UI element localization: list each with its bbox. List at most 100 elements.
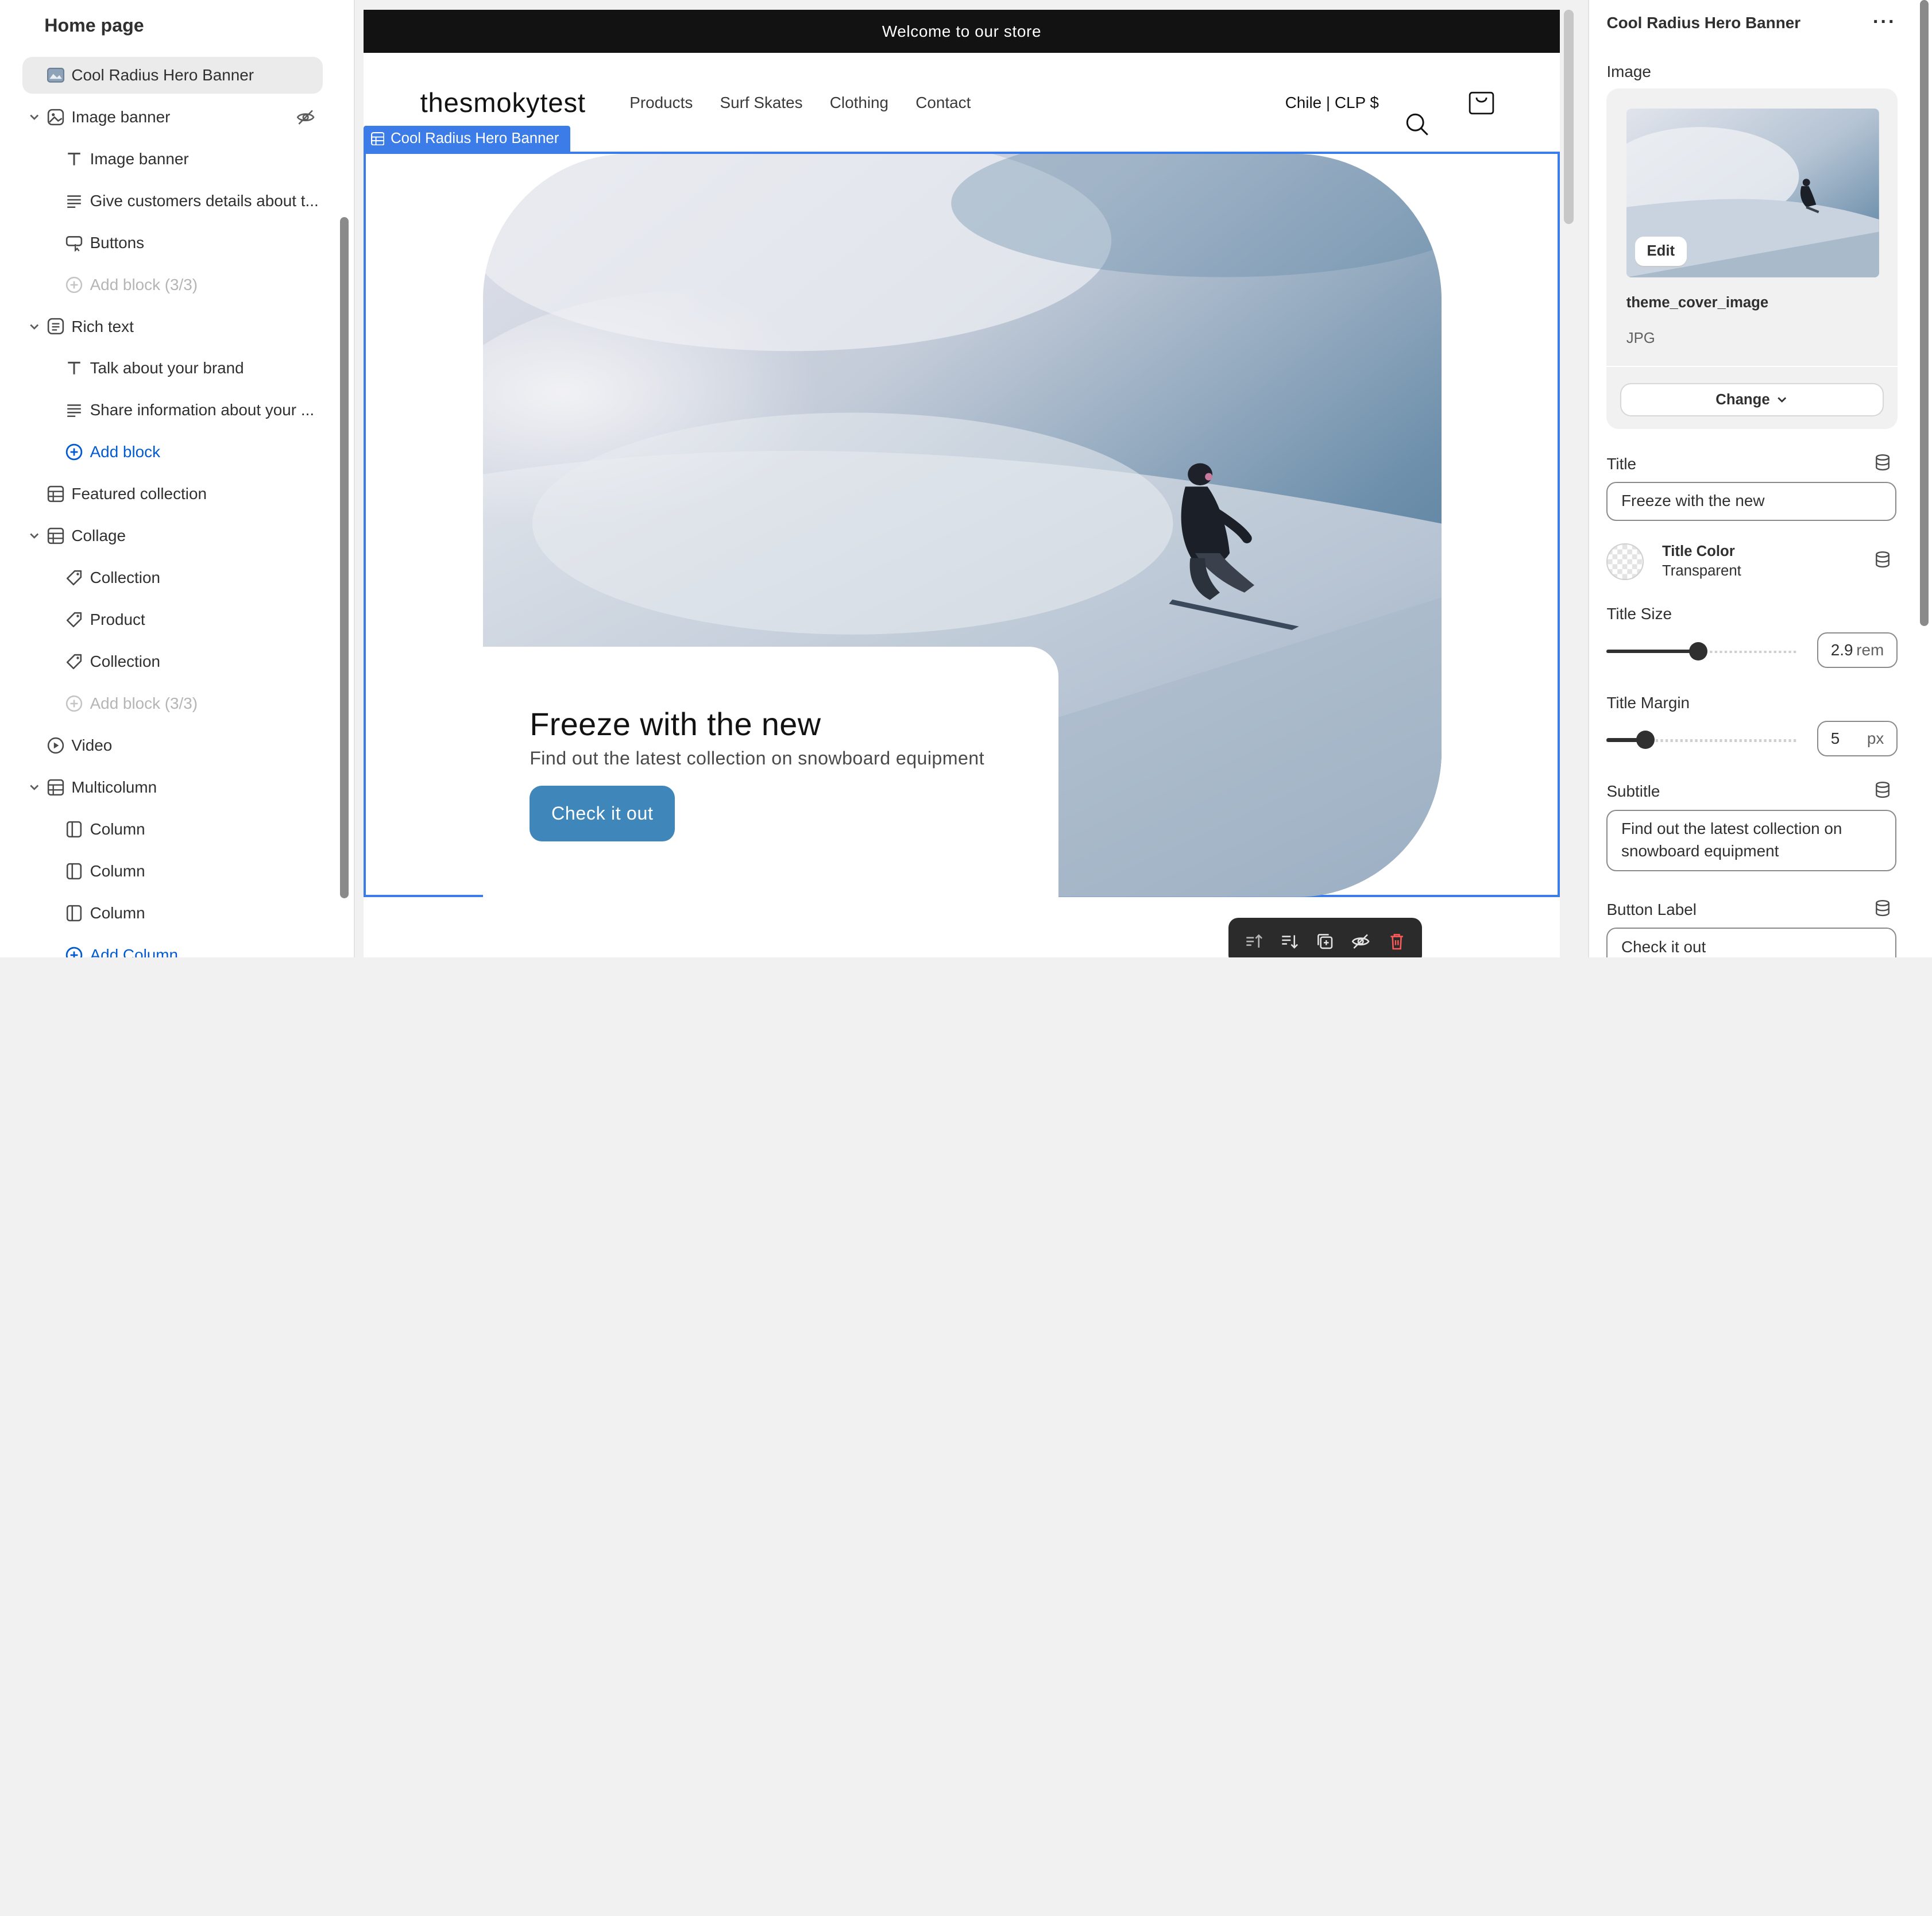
chevron-down-icon[interactable]: [27, 528, 42, 543]
section-rich-text[interactable]: Rich text: [22, 308, 323, 345]
chevron-down-icon[interactable]: [27, 319, 42, 334]
sidebar-item-label: Multicolumn: [71, 778, 157, 796]
play-icon: [47, 737, 64, 754]
block-column[interactable]: Column: [22, 853, 323, 890]
column-icon: [65, 905, 83, 922]
slider-handle[interactable]: [1689, 642, 1708, 660]
store-logo[interactable]: thesmokytest: [420, 87, 586, 119]
change-image-button[interactable]: Change: [1621, 384, 1883, 415]
block-image-banner-heading[interactable]: Image banner: [22, 141, 323, 177]
hero-title: Freeze with the new: [530, 706, 821, 742]
hide-eye-icon[interactable]: [1350, 930, 1372, 953]
add-column-button[interactable]: Add Column: [22, 936, 323, 957]
sidebar-item-label: Column: [90, 820, 145, 838]
title-input[interactable]: Freeze with the new: [1606, 481, 1896, 522]
sidebar-item-label: Add block (3/3): [90, 694, 198, 712]
sidebar-item-label: Image banner: [90, 149, 189, 168]
block-column[interactable]: Column: [22, 895, 323, 932]
page-title: Home page: [44, 14, 144, 36]
hidden-eye-icon[interactable]: [296, 107, 315, 127]
section-collage[interactable]: Collage: [22, 517, 323, 554]
preview-scrollbar[interactable]: [1563, 10, 1574, 225]
sidebar-item-label: Product: [90, 611, 145, 629]
text-type-icon: [65, 150, 83, 168]
currency-selector[interactable]: Chile | CLP $: [1285, 94, 1379, 112]
block-product[interactable]: Product: [22, 601, 323, 638]
add-block-button[interactable]: Add block: [22, 434, 323, 470]
slider-handle[interactable]: [1636, 731, 1655, 750]
section-cool-radius-hero-banner[interactable]: Cool Radius Hero Banner: [22, 56, 323, 94]
delete-trash-icon[interactable]: [1385, 930, 1408, 953]
sidebar-item-label: Featured collection: [71, 485, 207, 503]
sections-sidebar: Home page Cool Radius Hero Banner Image …: [0, 0, 355, 957]
nav-link-contact[interactable]: Contact: [915, 94, 971, 112]
title-margin-unit: px: [1867, 729, 1884, 748]
image-filetype: JPG: [1626, 330, 1655, 346]
hero-subtitle: Find out the latest collection on snowbo…: [530, 747, 984, 768]
text-type-icon: [65, 360, 83, 377]
sidebar-item-label: Video: [71, 736, 113, 754]
section-image-icon: [47, 67, 64, 84]
sidebar-item-label: Cool Radius Hero Banner: [71, 65, 254, 84]
block-image-banner-text[interactable]: Give customers details about t...: [22, 183, 323, 219]
slider-fill: [1606, 649, 1698, 654]
chevron-down-icon[interactable]: [27, 780, 42, 795]
block-buttons[interactable]: Buttons: [22, 224, 323, 261]
sidebar-item-label: Collection: [90, 569, 160, 587]
column-icon: [65, 821, 83, 838]
section-featured-collection[interactable]: Featured collection: [22, 476, 323, 512]
add-block-disabled: Add block (3/3): [22, 266, 323, 303]
title-size-input[interactable]: 2.9 rem: [1817, 632, 1898, 668]
subtitle-textarea[interactable]: Find out the latest collection on snowbo…: [1606, 809, 1896, 871]
chevron-down-icon: [1778, 397, 1787, 403]
dynamic-source-icon[interactable]: [1874, 551, 1891, 568]
block-collection[interactable]: Collection: [22, 559, 323, 596]
dynamic-source-icon[interactable]: [1874, 899, 1891, 917]
edit-image-button[interactable]: Edit: [1635, 236, 1687, 266]
title-margin-value: 5: [1830, 729, 1840, 748]
tag-icon: [65, 569, 83, 586]
sidebar-item-label: Collection: [90, 652, 160, 671]
selected-section-tag[interactable]: Cool Radius Hero Banner: [363, 125, 570, 152]
title-color-value: Transparent: [1661, 563, 1741, 580]
section-image-banner[interactable]: Image banner: [22, 99, 323, 136]
nav-link-surf-skates[interactable]: Surf Skates: [720, 94, 803, 112]
section-multicolumn[interactable]: Multicolumn: [22, 769, 323, 806]
chevron-down-icon[interactable]: [27, 110, 42, 125]
block-share-information[interactable]: Share information about your ...: [22, 392, 323, 428]
title-margin-slider[interactable]: [1606, 731, 1798, 750]
block-talk-about-brand[interactable]: Talk about your brand: [22, 350, 323, 387]
dynamic-source-icon[interactable]: [1874, 454, 1891, 471]
more-options-icon[interactable]: ···: [1873, 11, 1896, 33]
hero-banner-section[interactable]: Freeze with the new Find out the latest …: [363, 151, 1560, 899]
block-collection[interactable]: Collection: [22, 643, 323, 680]
dynamic-source-icon[interactable]: [1874, 781, 1891, 798]
search-icon[interactable]: [1405, 112, 1429, 142]
change-label: Change: [1715, 391, 1770, 408]
sidebar-scrollbar[interactable]: [340, 217, 349, 898]
settings-scrollbar[interactable]: [1919, 0, 1929, 626]
title-size-unit: rem: [1856, 640, 1884, 659]
button-label-input[interactable]: Check it out: [1606, 928, 1896, 957]
move-up-icon[interactable]: [1243, 930, 1265, 953]
collection-grid-icon: [47, 779, 64, 796]
tag-icon: [65, 611, 83, 628]
move-down-icon[interactable]: [1278, 930, 1301, 953]
add-circle-icon: [65, 947, 83, 957]
announcement-bar: Welcome to our store: [363, 10, 1560, 53]
title-color-label: Title Color: [1661, 543, 1735, 560]
title-size-slider[interactable]: [1606, 642, 1798, 662]
block-column[interactable]: Column: [22, 811, 323, 848]
title-margin-input[interactable]: 5 px: [1817, 721, 1898, 757]
tag-icon: [65, 653, 83, 670]
hero-content-card: [482, 647, 1058, 899]
nav-link-clothing[interactable]: Clothing: [830, 94, 888, 112]
rich-text-icon: [47, 318, 64, 335]
hero-cta-button[interactable]: Check it out: [530, 786, 675, 841]
duplicate-icon[interactable]: [1314, 930, 1336, 953]
cart-icon[interactable]: [1469, 90, 1494, 120]
collection-grid-icon: [47, 485, 64, 503]
title-color-swatch[interactable]: [1606, 543, 1644, 581]
nav-link-products[interactable]: Products: [629, 94, 693, 112]
section-video[interactable]: Video: [22, 727, 323, 764]
